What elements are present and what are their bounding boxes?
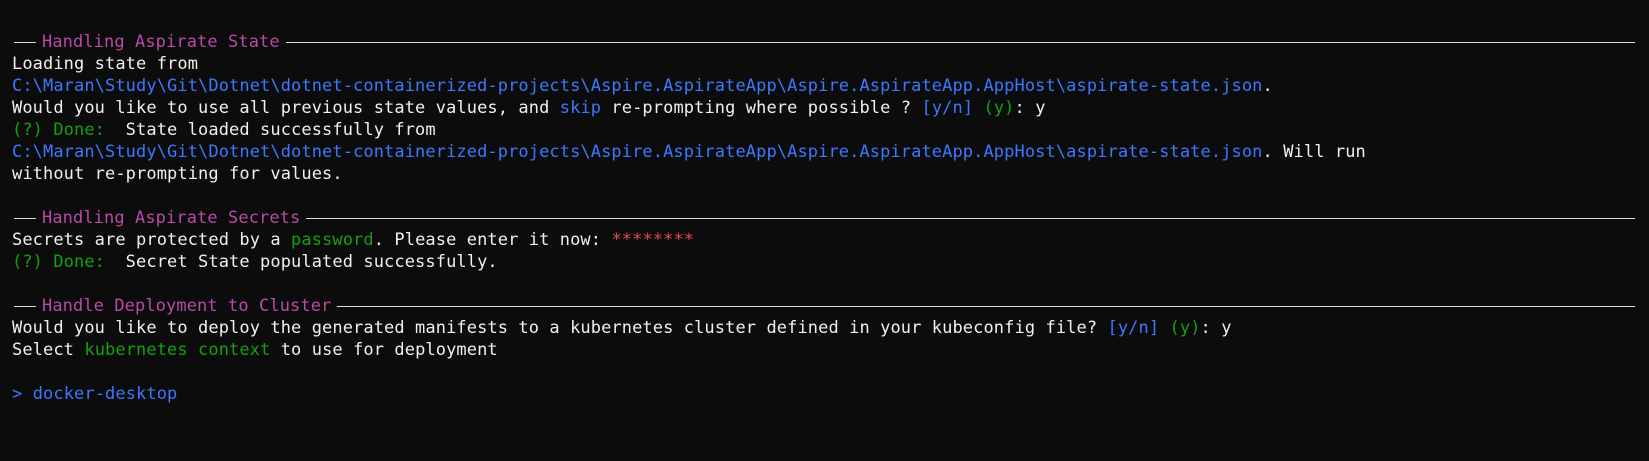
section-title-deploy: Handle Deployment to Cluster — [42, 296, 332, 316]
done-file-path: C:\Maran\Study\Git\Dotnet\dotnet-contain… — [12, 142, 1263, 162]
terminal-window[interactable]: Handling Aspirate State Loading state fr… — [0, 0, 1649, 461]
password-prompt: Secrets are protected by a password. Ple… — [12, 229, 1637, 251]
default-choice: (y) — [1169, 318, 1201, 338]
select-context-prompt: Select kubernetes context to use for dep… — [12, 339, 1637, 361]
selection-pointer-icon: > — [12, 384, 23, 404]
section-header-deploy: Handle Deployment to Cluster — [12, 295, 1637, 317]
choices-yn: [y/n] — [921, 98, 974, 118]
rule-line — [337, 305, 1635, 307]
state-path-suffix: . — [1262, 76, 1273, 96]
done-label: (?) Done: — [12, 120, 106, 140]
done-label: (?) Done: — [12, 252, 106, 272]
answer-input: y — [1221, 318, 1232, 338]
answer-separator: : — [1014, 98, 1036, 118]
answer-input: y — [1035, 98, 1046, 118]
deploy-question: Would you like to deploy the generated m… — [12, 317, 1637, 339]
answer-separator: : — [1200, 318, 1222, 338]
select-suffix: to use for deployment — [270, 340, 498, 360]
prompt-keyword-password: password — [291, 230, 374, 250]
context-option-docker-desktop[interactable]: > docker-desktop — [12, 383, 1637, 405]
section-header-secrets: Handling Aspirate Secrets — [12, 207, 1637, 229]
rule-line — [285, 41, 1635, 43]
select-keyword: kubernetes context — [84, 340, 271, 360]
state-path-line: C:\Maran\Study\Git\Dotnet\dotnet-contain… — [12, 75, 1637, 97]
section-title-state: Handling Aspirate State — [42, 32, 280, 52]
done-text: State loaded successfully from — [105, 120, 436, 140]
question-prefix: Would you like to use all previous state… — [12, 98, 560, 118]
masked-password-input: ******** — [611, 230, 695, 250]
rule-line — [306, 217, 1635, 219]
secrets-done-line: (?) Done: Secret State populated success… — [12, 251, 1637, 273]
section-header-state: Handling Aspirate State — [12, 31, 1637, 53]
rule-lead — [14, 305, 36, 307]
loading-state-label: Loading state from — [12, 54, 199, 74]
context-option-label: docker-desktop — [32, 384, 178, 404]
prompt-prefix: Secrets are protected by a — [12, 230, 292, 250]
done-continuation: without re-prompting for values. — [12, 164, 343, 184]
reuse-state-question: Would you like to use all previous state… — [12, 97, 1637, 119]
rule-lead — [14, 41, 36, 43]
done-text: Secret State populated successfully. — [105, 252, 498, 272]
section-title-secrets: Handling Aspirate Secrets — [42, 208, 301, 228]
done-path-line: C:\Maran\Study\Git\Dotnet\dotnet-contain… — [12, 141, 1637, 163]
select-prefix: Select — [12, 340, 85, 360]
question-keyword-skip: skip — [559, 98, 602, 118]
choices-yn: [y/n] — [1107, 318, 1160, 338]
state-file-path: C:\Maran\Study\Git\Dotnet\dotnet-contain… — [12, 76, 1263, 96]
done-path-suffix: . Will run — [1262, 142, 1366, 162]
default-choice: (y) — [983, 98, 1015, 118]
question-suffix: re-prompting where possible ? — [601, 98, 922, 118]
prompt-suffix: . Please enter it now: — [373, 230, 612, 250]
rule-lead — [14, 217, 36, 219]
state-done-line: (?) Done: State loaded successfully from — [12, 119, 1637, 141]
question-text: Would you like to deploy the generated m… — [12, 318, 1108, 338]
